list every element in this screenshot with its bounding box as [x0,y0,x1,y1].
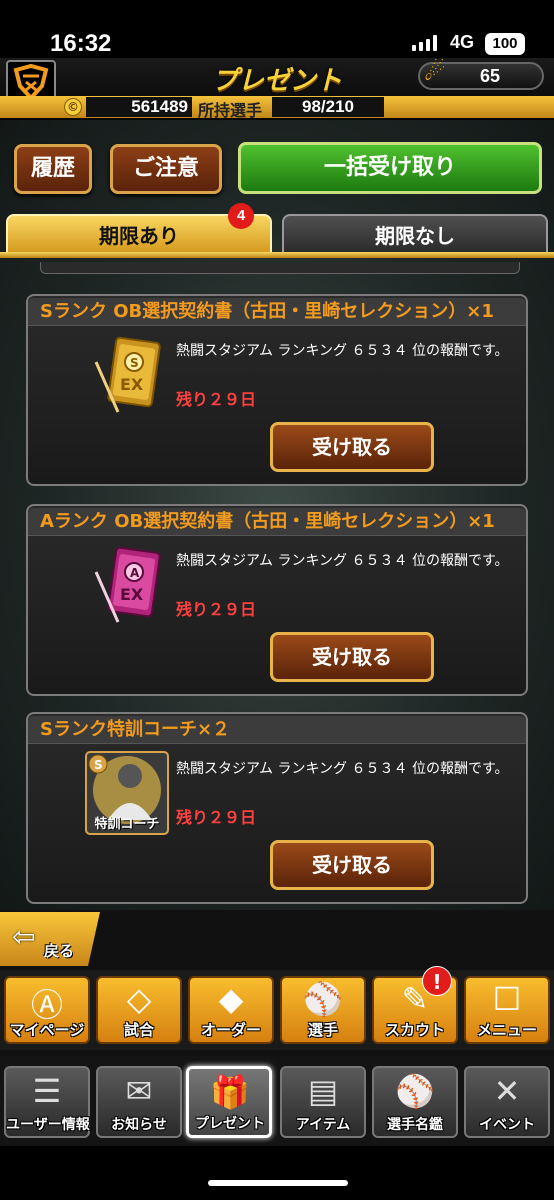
back-label: 戻る [44,942,75,960]
nav-label: 選手名鑑 [387,1117,443,1133]
back-arrow-icon: ⇦ [12,920,36,953]
notice-button[interactable]: ご注意 [110,144,222,194]
svg-text:S: S [130,356,139,370]
nav-menu[interactable]: ☐ メニュー [464,976,550,1044]
nav-label: お知らせ [111,1117,167,1133]
present-remaining: 残り２９日 [176,390,257,409]
pink-contract-icon: A EX [84,542,170,628]
nav-label: マイページ [9,1021,85,1039]
app-header: プレゼント ☄ 65 © 561489 所持選手 98/210 [0,58,554,120]
sub-nav: ☰ ユーザー情報 ✉ お知らせ 🎁 プレゼント ▤ アイテム ⚾ 選手名鑑 ✕ … [0,1056,554,1146]
present-title: Sランク特訓コーチ×２ [28,716,526,744]
player-icon: ⚾ [303,980,343,1018]
back-button[interactable]: ⇦ 戻る [0,912,100,966]
history-button[interactable]: 履歴 [14,144,92,194]
nav-label: ユーザー情報 [6,1117,90,1133]
network-type: 4G [450,32,475,52]
present-description: 熱闘スタジアム ランキング ６５３４ 位の報酬です。 [176,761,509,777]
present-title: Aランク OB選択契約書（古田・里崎セレクション）×1 [28,508,526,536]
scout-alert-badge: ! [422,966,452,996]
players-label: 所持選手 [198,101,263,120]
ticket-counter[interactable]: ☄ 65 [418,58,544,90]
nav-label: オーダー [200,1021,261,1039]
tab-underline [0,252,554,258]
coin-icon: © [64,98,82,116]
receive-button[interactable]: 受け取る [270,422,434,472]
receive-button[interactable]: 受け取る [270,840,434,890]
user-info-icon: ☰ [32,1072,62,1110]
gold-contract-icon: S EX [84,332,170,418]
present-remaining: 残り２９日 [176,600,257,619]
svg-text:EX: EX [120,585,144,604]
menu-icon: ☐ [492,980,522,1018]
present-card: Aランク OB選択契約書（古田・里崎セレクション）×1 A EX 熱闘スタジアム… [26,504,528,696]
nav-player[interactable]: ⚾ 選手 [280,976,366,1044]
fire-ball-icon: ☄ [424,58,446,86]
status-bar: 16:32 4G 100 [0,0,554,58]
present-description: 熱闘スタジアム ランキング ６５３４ 位の報酬です。 [176,553,509,569]
stadium-icon: ◇ [126,980,152,1018]
directory-icon: ⚾ [395,1072,435,1110]
nav-label: スカウト [384,1021,445,1039]
bottom-safe-area [0,1146,554,1200]
present-card: Sランク OB選択契約書（古田・里崎セレクション）×1 S EX 熱闘スタジアム… [26,294,528,486]
order-icon: ◆ [218,980,244,1018]
present-card: Sランク特訓コーチ×２ S 特訓コーチ 熱闘スタジアム ランキング ６５３４ 位… [26,712,528,904]
nav-news[interactable]: ✉ お知らせ [96,1066,182,1138]
nav-directory[interactable]: ⚾ 選手名鑑 [372,1066,458,1138]
coach-caption: 特訓コーチ [94,817,160,832]
previous-card-edge [40,262,520,274]
home-indicator[interactable] [208,1180,348,1186]
receive-button[interactable]: 受け取る [270,632,434,682]
svg-text:A: A [130,566,140,580]
nav-order[interactable]: ◆ オーダー [188,976,274,1044]
nav-label: 選手 [307,1021,338,1039]
nav-label: プレゼント [195,1116,265,1132]
nav-present[interactable]: 🎁 プレゼント [186,1066,272,1138]
ticket-count: 65 [480,66,501,86]
nav-label: 試合 [123,1021,154,1039]
present-description: 熱闘スタジアム ランキング ６５３４ 位の報酬です。 [176,343,509,359]
nav-label: メニュー [476,1021,537,1039]
main-nav: Ⓐ マイページ ◇ 試合 ◆ オーダー ⚾ 選手 ✎ スカウト ☐ メニュー ! [0,966,554,1050]
nav-game[interactable]: ◇ 試合 [96,976,182,1044]
item-icon: ▤ [307,1072,339,1110]
nav-label: イベント [479,1117,535,1133]
nav-event[interactable]: ✕ イベント [464,1066,550,1138]
battery-icon: 100 [485,33,525,55]
tab-no-expiry[interactable]: 期限なし [282,214,548,254]
receive-all-button[interactable]: 一括受け取り [238,142,542,194]
svg-text:EX: EX [120,375,144,394]
nav-user-info[interactable]: ☰ ユーザー情報 [4,1066,90,1138]
info-bar: © 561489 所持選手 98/210 [0,96,554,120]
nav-label: アイテム [295,1117,351,1133]
tab-badge: 4 [228,203,254,229]
nav-item[interactable]: ▤ アイテム [280,1066,366,1138]
event-icon: ✕ [493,1072,521,1110]
players-count: 98/210 [272,97,384,117]
news-icon: ✉ [125,1072,153,1110]
coach-icon: S 特訓コーチ [84,750,170,836]
nav-mypage[interactable]: Ⓐ マイページ [4,976,90,1044]
present-icon: 🎁 [210,1073,250,1111]
status-time: 16:32 [50,30,112,57]
svg-text:S: S [94,758,103,772]
signal-icon [412,35,437,51]
present-title: Sランク OB選択契約書（古田・里崎セレクション）×1 [28,298,526,326]
present-remaining: 残り２９日 [176,808,257,827]
coin-count: 561489 [86,97,192,117]
